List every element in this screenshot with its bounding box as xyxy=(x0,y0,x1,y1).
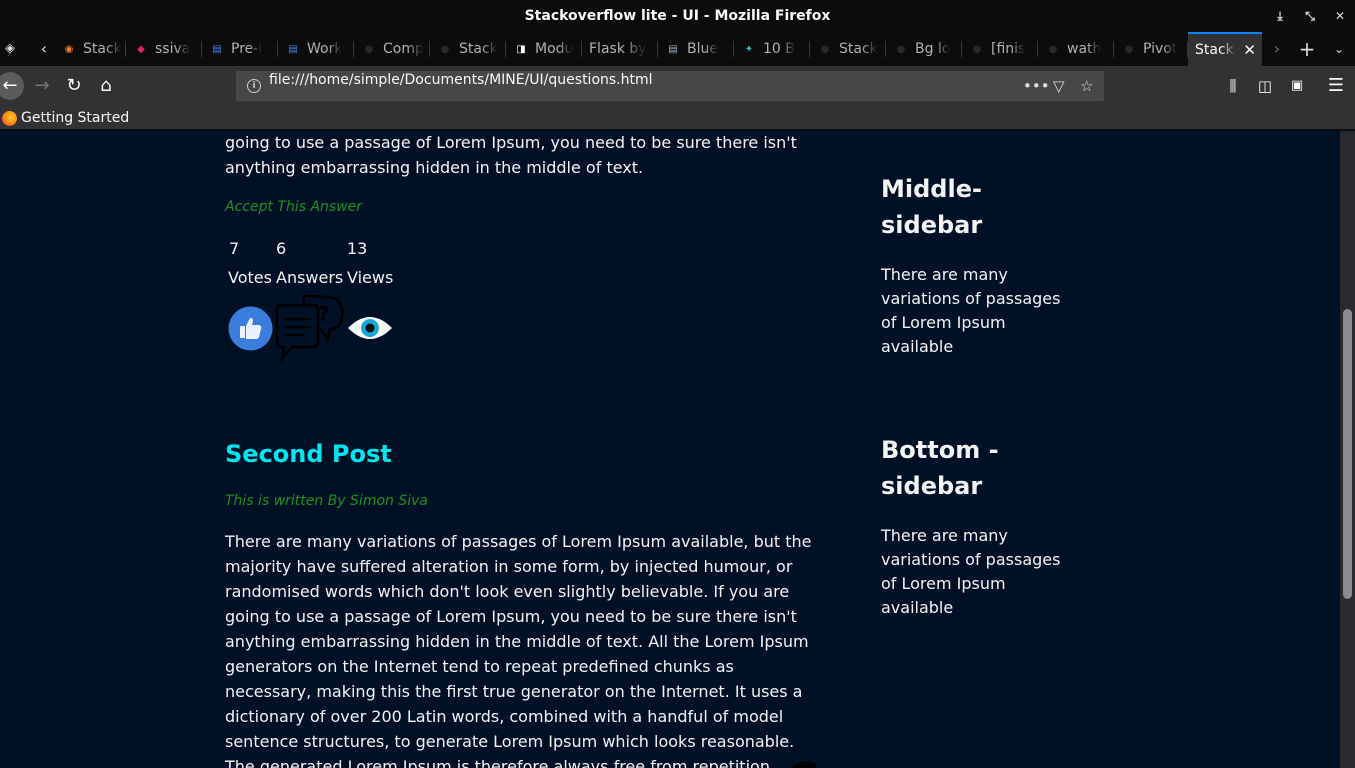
github-icon: ● xyxy=(820,43,830,55)
browser-tab[interactable]: ✦ 10 B xyxy=(734,35,810,63)
browser-tab[interactable]: ◆ ssiva xyxy=(126,35,202,63)
tab-label: Work xyxy=(307,41,343,57)
browser-tab[interactable]: ◉ Stack xyxy=(54,35,126,63)
menu-icon[interactable]: ☰ xyxy=(1322,72,1350,100)
browser-tab[interactable]: ● [finis xyxy=(962,35,1038,63)
middle-sidebar-title: Middle-sidebar xyxy=(881,175,983,239)
close-tab-icon[interactable]: ✕ xyxy=(1243,41,1256,59)
views-label: Views xyxy=(347,268,394,287)
github-icon: ● xyxy=(1124,43,1134,55)
browser-tab[interactable]: Flask by xyxy=(582,35,658,63)
middle-sidebar-text: There are many variations of passages of… xyxy=(881,265,1061,356)
browser-tab[interactable]: ▤ Blue xyxy=(658,35,734,63)
views-count: 13 xyxy=(347,239,368,258)
docs-icon: ▤ xyxy=(212,43,222,55)
tab-label: Pre-l xyxy=(231,41,263,57)
tab-label: ssiva xyxy=(155,41,191,57)
new-tab-button[interactable]: + xyxy=(1293,35,1321,63)
post-body-text: going to use a passage of Lorem Ipsum, y… xyxy=(225,133,797,177)
site-info-icon[interactable]: i xyxy=(247,79,261,93)
browser-tab[interactable]: ● Comp xyxy=(354,35,430,63)
post-byline: This is written By Simon Siva xyxy=(225,493,428,509)
lightbulb-icon: ✦ xyxy=(744,43,754,55)
browser-tab[interactable]: ● wath xyxy=(1038,35,1114,63)
bookmark-star-icon[interactable]: ☆ xyxy=(1080,72,1093,100)
url-text[interactable]: file:///home/simple/Documents/MINE/UI/qu… xyxy=(269,72,653,100)
window-title: Stackoverflow lite - UI - Mozilla Firefo… xyxy=(524,8,831,24)
browser-tab[interactable]: Stack ✕ xyxy=(1188,32,1262,66)
page-actions-icon[interactable]: ••• xyxy=(1023,72,1050,100)
tab-label: Modu xyxy=(535,41,574,57)
bookmark-getting-started[interactable]: Getting Started xyxy=(2,108,129,128)
sidebar-toggle-icon[interactable]: ◫ xyxy=(1251,72,1279,100)
tab-label: Stack xyxy=(1195,42,1234,58)
bottom-sidebar-title: Bottom -sidebar xyxy=(881,436,999,500)
firefox-view-icon[interactable]: ◈ xyxy=(0,35,24,63)
tab-label: wath xyxy=(1067,41,1102,57)
pocket-icon[interactable]: ▽ xyxy=(1053,72,1065,100)
window-titlebar: Stackoverflow lite - UI - Mozilla Firefo… xyxy=(0,0,1355,32)
tab-label: [finis xyxy=(991,41,1026,57)
answers-count: 6 xyxy=(276,239,287,258)
answers-label: Answers xyxy=(276,268,344,287)
github-icon: ● xyxy=(896,43,906,55)
docs-icon: ▤ xyxy=(668,43,678,55)
tab-label: Flask by xyxy=(589,41,647,57)
bottom-sidebar-text: There are many variations of passages of… xyxy=(881,526,1061,617)
thumbs-up-icon[interactable] xyxy=(228,306,273,351)
answers-chat-icon[interactable]: ? xyxy=(274,293,346,363)
accept-answer-link[interactable]: Accept This Answer xyxy=(225,199,362,215)
browser-tab[interactable]: ▤ Pre-l xyxy=(202,35,278,63)
browser-tab[interactable]: ◨ Modu xyxy=(506,35,582,63)
tab-label: Comp xyxy=(383,41,424,57)
votes-label: Votes xyxy=(228,268,272,287)
forward-button[interactable]: → xyxy=(28,72,56,100)
back-button[interactable]: ← xyxy=(0,72,24,100)
tab-label: 10 B xyxy=(763,41,795,57)
github-icon: ● xyxy=(1048,43,1058,55)
browser-tab[interactable]: ● Stack xyxy=(810,35,886,63)
bookmarks-toolbar: Getting Started xyxy=(0,106,1355,130)
tab-label: Blue xyxy=(687,41,718,57)
tab-label: Bg lo xyxy=(915,41,951,57)
firefox-logo-icon xyxy=(2,110,17,126)
extension-icon[interactable]: ▣ xyxy=(1283,72,1311,100)
ruby-gem-icon: ◆ xyxy=(137,43,145,55)
url-bar[interactable]: i file:///home/simple/Documents/MINE/UI/… xyxy=(236,71,1104,101)
tab-scroll-right-icon[interactable]: › xyxy=(1263,35,1291,63)
post-body-text: There are many variations of passages of… xyxy=(225,532,812,768)
votes-count: 7 xyxy=(229,239,240,258)
github-icon: ● xyxy=(972,43,982,55)
tab-label: Stack xyxy=(459,41,498,57)
browser-tab[interactable]: ● Stack xyxy=(430,35,506,63)
tab-label: Stack xyxy=(839,41,878,57)
scrollbar-thumb[interactable] xyxy=(1343,309,1352,599)
page-viewport: going to use a passage of Lorem Ipsum, y… xyxy=(0,131,1340,768)
tab-label: Stack xyxy=(83,41,122,57)
tab-label: Pivot xyxy=(1143,41,1178,57)
minimize-button[interactable]: ⤓ xyxy=(1273,9,1287,23)
home-button[interactable]: ⌂ xyxy=(92,72,120,100)
page-icon: ◨ xyxy=(516,43,526,55)
browser-tab[interactable]: ● Bg lo xyxy=(886,35,962,63)
browser-tab[interactable]: ▤ Work xyxy=(278,35,354,63)
library-icon[interactable]: ⫼ xyxy=(1219,72,1247,100)
docs-icon: ▤ xyxy=(288,43,298,55)
stackoverflow-icon: ◉ xyxy=(64,43,74,55)
page-scrollbar[interactable] xyxy=(1340,131,1355,768)
list-all-tabs-icon[interactable]: ⌄ xyxy=(1325,35,1353,63)
maximize-button[interactable]: ⤡ xyxy=(1303,9,1317,23)
views-eye-icon[interactable] xyxy=(346,310,394,346)
reload-button[interactable]: ↻ xyxy=(60,72,88,100)
navigation-bar: ← → ↻ ⌂ i file:///home/simple/Documents/… xyxy=(0,66,1355,106)
tab-strip: ◈ ‹ ◉ Stack ◆ ssiva ▤ Pre-l ▤ Work ● Comp ● Stack ◨ M… xyxy=(0,32,1355,66)
close-window-button[interactable]: ✕ xyxy=(1333,9,1347,23)
post-title[interactable]: Second Post xyxy=(225,440,392,468)
svg-text:?: ? xyxy=(318,302,330,326)
bookmark-label: Getting Started xyxy=(21,110,130,126)
browser-tab[interactable]: ● Pivot xyxy=(1114,35,1188,63)
github-icon: ● xyxy=(440,43,450,55)
github-icon: ● xyxy=(364,43,374,55)
